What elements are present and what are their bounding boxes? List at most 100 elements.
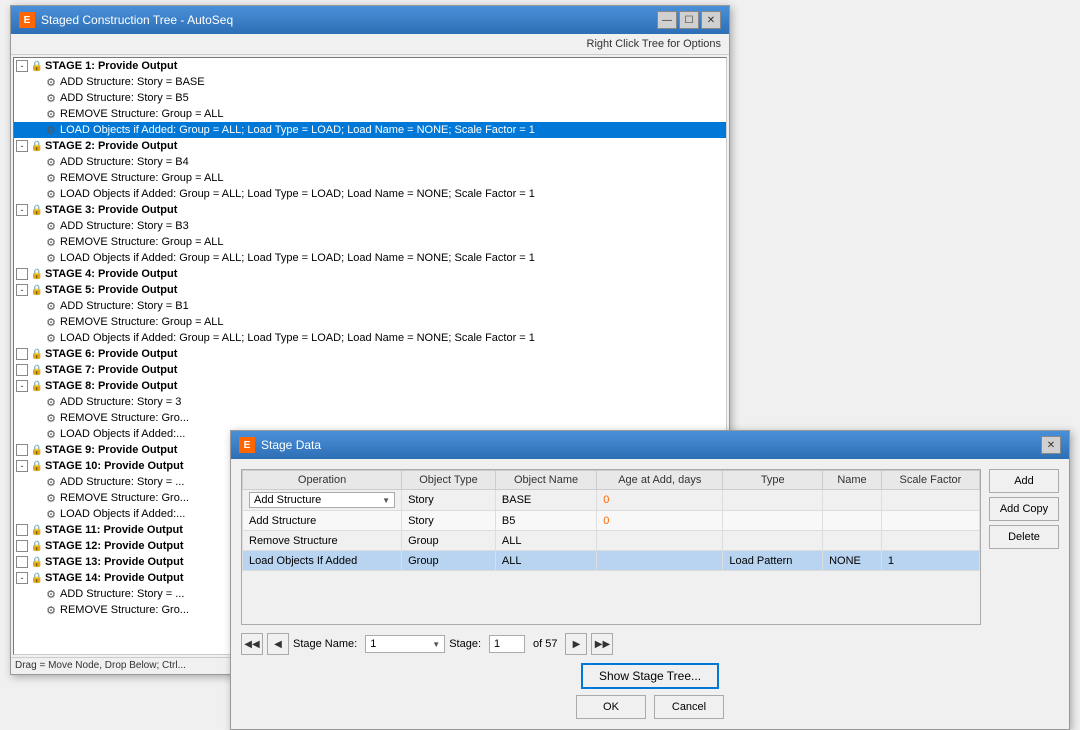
- type-cell[interactable]: [723, 490, 823, 511]
- nav-last-button[interactable]: ▶▶: [591, 633, 613, 655]
- tree-item-text: LOAD Objects if Added: Group = ALL; Load…: [60, 332, 535, 344]
- name-cell[interactable]: [823, 511, 882, 531]
- name-cell[interactable]: NONE: [823, 551, 882, 571]
- object-name-cell[interactable]: B5: [495, 511, 596, 531]
- type-cell[interactable]: Load Pattern: [723, 551, 823, 571]
- tree-item[interactable]: ⚙REMOVE Structure: Group = ALL: [14, 314, 726, 330]
- tree-item[interactable]: 🔒STAGE 7: Provide Output: [14, 362, 726, 378]
- operation-cell[interactable]: Load Objects If Added: [243, 551, 402, 571]
- tree-item[interactable]: ⚙ADD Structure: Story = BASE: [14, 74, 726, 90]
- cancel-button[interactable]: Cancel: [654, 695, 724, 719]
- gear-icon: ⚙: [44, 251, 58, 265]
- expand-icon[interactable]: [16, 348, 28, 360]
- stage-dialog-title-bar: E Stage Data ✕: [231, 431, 1069, 459]
- expand-icon[interactable]: -: [16, 284, 28, 296]
- tree-item[interactable]: ⚙ADD Structure: Story = B4: [14, 154, 726, 170]
- tree-item[interactable]: 🔒STAGE 6: Provide Output: [14, 346, 726, 362]
- stage-num-input[interactable]: [489, 635, 525, 653]
- name-cell[interactable]: [823, 531, 882, 551]
- minimize-button[interactable]: —: [657, 11, 677, 29]
- tree-item[interactable]: -🔒STAGE 1: Provide Output: [14, 58, 726, 74]
- tree-item[interactable]: ⚙LOAD Objects if Added: Group = ALL; Loa…: [14, 250, 726, 266]
- name-cell[interactable]: [823, 490, 882, 511]
- tree-item[interactable]: 🔒STAGE 4: Provide Output: [14, 266, 726, 282]
- type-cell[interactable]: [723, 511, 823, 531]
- expand-icon[interactable]: -: [16, 380, 28, 392]
- tree-item[interactable]: ⚙REMOVE Structure: Group = ALL: [14, 106, 726, 122]
- tree-item[interactable]: ⚙LOAD Objects if Added: Group = ALL; Loa…: [14, 186, 726, 202]
- add-button[interactable]: Add: [989, 469, 1059, 493]
- expand-icon[interactable]: -: [16, 60, 28, 72]
- tree-item[interactable]: ⚙ADD Structure: Story = B5: [14, 90, 726, 106]
- object-name-cell[interactable]: BASE: [495, 490, 596, 511]
- table-row[interactable]: Remove Structure Group ALL: [243, 531, 980, 551]
- object-name-cell[interactable]: ALL: [495, 551, 596, 571]
- tree-item[interactable]: ⚙ADD Structure: Story = B1: [14, 298, 726, 314]
- operation-dropdown[interactable]: Add Structure ▼: [249, 492, 395, 508]
- expand-icon[interactable]: [16, 540, 28, 552]
- maximize-button[interactable]: ☐: [679, 11, 699, 29]
- close-button[interactable]: ✕: [701, 11, 721, 29]
- tree-item[interactable]: -🔒STAGE 5: Provide Output: [14, 282, 726, 298]
- object-type-cell[interactable]: Group: [402, 531, 496, 551]
- object-type-cell[interactable]: Story: [402, 511, 496, 531]
- age-cell[interactable]: 0: [597, 511, 723, 531]
- nav-next-button[interactable]: ▶: [565, 633, 587, 655]
- table-row[interactable]: Load Objects If Added Group ALL Load Pat…: [243, 551, 980, 571]
- tree-item[interactable]: ⚙ADD Structure: Story = B3: [14, 218, 726, 234]
- show-stage-tree-button[interactable]: Show Stage Tree...: [581, 663, 719, 689]
- delete-button[interactable]: Delete: [989, 525, 1059, 549]
- age-cell[interactable]: [597, 551, 723, 571]
- tree-item-text: ADD Structure: Story = ...: [60, 476, 184, 488]
- expand-icon[interactable]: [16, 364, 28, 376]
- expand-icon[interactable]: [16, 444, 28, 456]
- expand-icon[interactable]: [16, 556, 28, 568]
- scale-factor-cell[interactable]: [881, 490, 979, 511]
- stage-name-input[interactable]: 1 ▼: [365, 635, 445, 653]
- table-row[interactable]: Add Structure Story B5 0: [243, 511, 980, 531]
- tree-item-text: ADD Structure: Story = B4: [60, 156, 189, 168]
- gear-icon: ⚙: [44, 155, 58, 169]
- operation-cell[interactable]: Add Structure: [243, 511, 402, 531]
- tree-item[interactable]: ⚙REMOVE Structure: Gro...: [14, 410, 726, 426]
- tree-item-text: LOAD Objects if Added:...: [60, 508, 185, 520]
- ok-button[interactable]: OK: [576, 695, 646, 719]
- operation-dropdown-arrow: ▼: [382, 496, 390, 505]
- expand-icon[interactable]: -: [16, 460, 28, 472]
- tree-item-text: STAGE 4: Provide Output: [45, 268, 177, 280]
- expand-icon[interactable]: -: [16, 204, 28, 216]
- stage-close-button[interactable]: ✕: [1041, 436, 1061, 454]
- age-cell[interactable]: 0: [597, 490, 723, 511]
- tree-item[interactable]: ⚙REMOVE Structure: Group = ALL: [14, 234, 726, 250]
- tree-item[interactable]: ⚙LOAD Objects if Added: Group = ALL; Loa…: [14, 122, 726, 138]
- scale-factor-cell[interactable]: [881, 531, 979, 551]
- expand-icon[interactable]: [16, 524, 28, 536]
- col-operation: Operation: [243, 471, 402, 490]
- scale-factor-cell[interactable]: [881, 511, 979, 531]
- tree-item[interactable]: ⚙REMOVE Structure: Group = ALL: [14, 170, 726, 186]
- operation-cell[interactable]: Remove Structure: [243, 531, 402, 551]
- type-cell[interactable]: [723, 531, 823, 551]
- tree-item[interactable]: -🔒STAGE 8: Provide Output: [14, 378, 726, 394]
- scale-factor-cell[interactable]: 1: [881, 551, 979, 571]
- tree-item[interactable]: ⚙LOAD Objects if Added: Group = ALL; Loa…: [14, 330, 726, 346]
- age-cell[interactable]: [597, 531, 723, 551]
- object-type-cell[interactable]: Story: [402, 490, 496, 511]
- object-type-cell[interactable]: Group: [402, 551, 496, 571]
- tree-item[interactable]: ⚙ADD Structure: Story = 3: [14, 394, 726, 410]
- expand-icon[interactable]: -: [16, 572, 28, 584]
- tree-item-text: REMOVE Structure: Group = ALL: [60, 236, 224, 248]
- lock-icon: 🔒: [31, 267, 43, 281]
- tree-item[interactable]: -🔒STAGE 2: Provide Output: [14, 138, 726, 154]
- nav-first-button[interactable]: ◀◀: [241, 633, 263, 655]
- gear-icon: ⚙: [44, 171, 58, 185]
- nav-prev-button[interactable]: ◀: [267, 633, 289, 655]
- expand-icon[interactable]: [16, 268, 28, 280]
- operation-cell[interactable]: Add Structure ▼: [243, 490, 402, 511]
- expand-icon[interactable]: -: [16, 140, 28, 152]
- table-row[interactable]: Add Structure ▼ Story BASE 0: [243, 490, 980, 511]
- lock-icon: 🔒: [31, 523, 43, 537]
- add-copy-button[interactable]: Add Copy: [989, 497, 1059, 521]
- tree-item[interactable]: -🔒STAGE 3: Provide Output: [14, 202, 726, 218]
- object-name-cell[interactable]: ALL: [495, 531, 596, 551]
